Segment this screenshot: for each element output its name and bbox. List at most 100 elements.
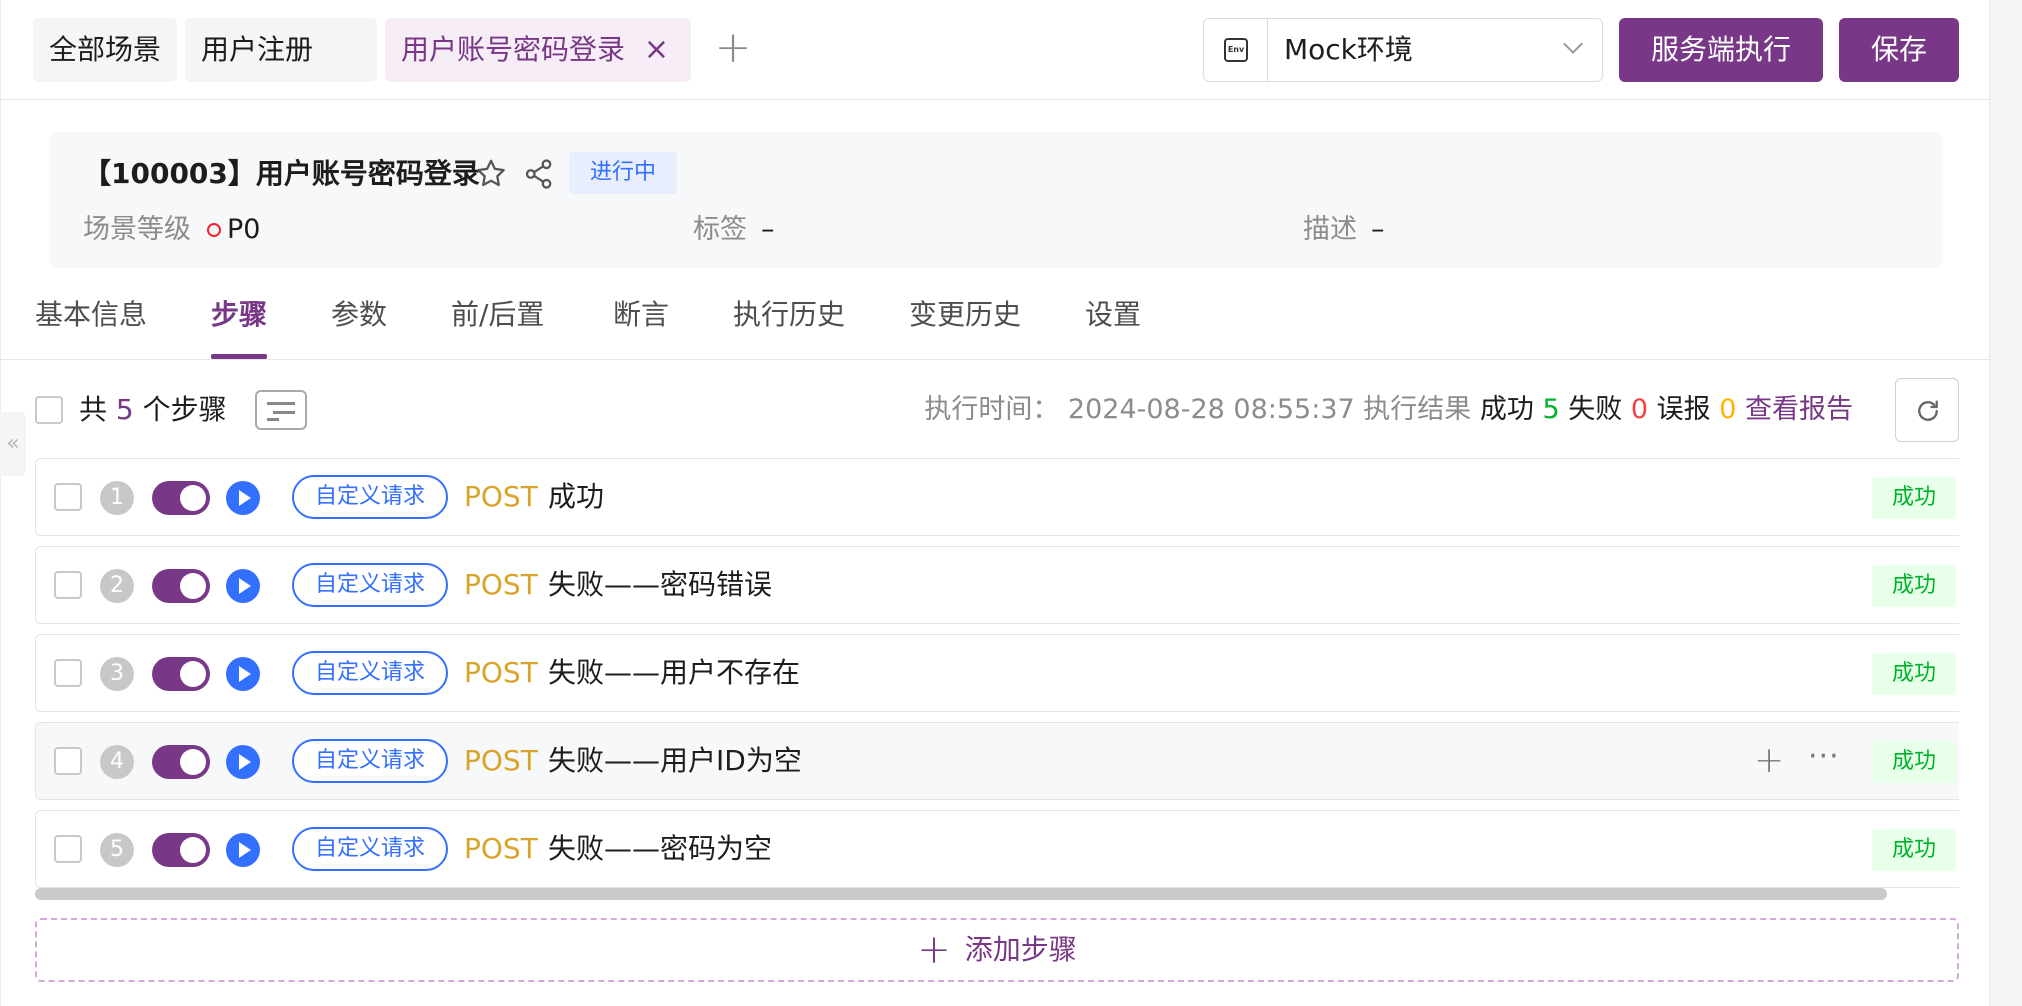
scenario-info-card: 【100003】用户账号密码登录 进行中 场景等级 P0 标签 – 描述 – bbox=[49, 132, 1943, 268]
status-badge: 进行中 bbox=[569, 152, 677, 194]
description-value: – bbox=[1371, 214, 1385, 245]
play-icon[interactable] bbox=[226, 481, 260, 515]
step-enable-toggle[interactable] bbox=[152, 745, 210, 779]
step-status-badge: 成功 bbox=[1872, 653, 1956, 695]
step-name[interactable]: 失败——密码错误 bbox=[548, 563, 772, 607]
step-enable-toggle[interactable] bbox=[152, 569, 210, 603]
play-icon[interactable] bbox=[226, 569, 260, 603]
tab-assertions[interactable]: 断言 bbox=[613, 290, 669, 340]
add-substep-icon[interactable]: + bbox=[1754, 737, 1784, 785]
step-row[interactable]: 3 自定义请求 POST 失败——用户不存在 成功 bbox=[35, 634, 1959, 712]
step-row[interactable]: 2 自定义请求 POST 失败——密码错误 成功 bbox=[35, 546, 1959, 624]
env-select[interactable]: Env Mock环境 bbox=[1203, 18, 1603, 82]
summary-suffix: 个步骤 bbox=[142, 393, 227, 426]
false-positive-label: 误报 bbox=[1656, 394, 1711, 425]
step-type-tag: 自定义请求 bbox=[292, 563, 448, 607]
step-number: 4 bbox=[100, 745, 134, 779]
steps-summary: 共 5 个步骤 bbox=[79, 388, 227, 432]
plus-icon: + bbox=[917, 927, 951, 973]
step-name[interactable]: 失败——用户不存在 bbox=[548, 651, 800, 695]
play-icon[interactable] bbox=[226, 833, 260, 867]
http-method: POST bbox=[464, 656, 538, 689]
chevron-down-icon bbox=[1563, 34, 1583, 54]
level-label: 场景等级 bbox=[83, 214, 191, 245]
scenario-tags: 标签 – bbox=[693, 210, 775, 250]
steps-count: 5 bbox=[115, 393, 134, 426]
view-report-link[interactable]: 查看报告 bbox=[1745, 394, 1853, 425]
star-icon[interactable] bbox=[473, 156, 509, 192]
step-enable-toggle[interactable] bbox=[152, 481, 210, 515]
step-type-tag: 自定义请求 bbox=[292, 475, 448, 519]
tags-value: – bbox=[761, 214, 775, 245]
step-checkbox[interactable] bbox=[54, 835, 82, 863]
step-checkbox[interactable] bbox=[54, 659, 82, 687]
share-icon[interactable] bbox=[521, 156, 557, 192]
level-value: P0 bbox=[227, 214, 261, 245]
tab-params[interactable]: 参数 bbox=[331, 290, 387, 340]
tab-settings[interactable]: 设置 bbox=[1085, 290, 1141, 340]
play-icon[interactable] bbox=[226, 657, 260, 691]
step-status-badge: 成功 bbox=[1872, 565, 1956, 607]
tab-pre-post[interactable]: 前/后置 bbox=[451, 290, 544, 340]
add-step-button[interactable]: + 添加步骤 bbox=[35, 918, 1959, 982]
tab-label: 用户注册 bbox=[201, 33, 314, 66]
scenario-title: 【100003】用户账号密码登录 bbox=[83, 157, 480, 190]
step-type-tag: 自定义请求 bbox=[292, 827, 448, 871]
collapse-steps-icon[interactable] bbox=[255, 390, 307, 430]
tab-user-register[interactable]: 用户注册 bbox=[185, 18, 377, 82]
refresh-icon bbox=[1918, 400, 1938, 421]
tab-basic-info[interactable]: 基本信息 bbox=[35, 290, 147, 340]
exec-result-label: 执行结果 bbox=[1363, 394, 1472, 425]
tags-label: 标签 bbox=[693, 214, 747, 245]
refresh-button[interactable] bbox=[1895, 378, 1959, 442]
env-icon: Env bbox=[1224, 38, 1248, 62]
step-row[interactable]: 5 自定义请求 POST 失败——密码为空 成功 bbox=[35, 810, 1959, 888]
fail-count: 0 bbox=[1630, 394, 1649, 425]
step-enable-toggle[interactable] bbox=[152, 657, 210, 691]
horizontal-scrollbar[interactable] bbox=[35, 888, 1887, 900]
exec-time-value: 2024-08-28 08:55:37 bbox=[1067, 394, 1355, 425]
step-name[interactable]: 失败——用户ID为空 bbox=[548, 739, 802, 783]
tab-all-scenarios[interactable]: 全部场景 bbox=[33, 18, 177, 82]
step-number: 2 bbox=[100, 569, 134, 603]
summary-prefix: 共 bbox=[79, 393, 108, 426]
step-checkbox[interactable] bbox=[54, 483, 82, 511]
tab-user-login[interactable]: 用户账号密码登录 × bbox=[385, 18, 691, 82]
more-icon[interactable]: ··· bbox=[1808, 735, 1840, 779]
tab-change-history[interactable]: 变更历史 bbox=[909, 290, 1021, 340]
tab-steps[interactable]: 步骤 bbox=[211, 290, 267, 340]
active-tab-indicator bbox=[211, 354, 267, 359]
save-button[interactable]: 保存 bbox=[1839, 18, 1959, 82]
step-number: 5 bbox=[100, 833, 134, 867]
top-bar: 全部场景 用户注册 用户账号密码登录 × + Env Mock环境 服务端执行 … bbox=[1, 0, 1991, 100]
step-name[interactable]: 失败——密码为空 bbox=[548, 827, 772, 871]
select-all-checkbox[interactable] bbox=[35, 396, 63, 424]
scenario-description: 描述 – bbox=[1303, 210, 1385, 250]
add-tab-icon[interactable]: + bbox=[713, 18, 753, 82]
step-checkbox[interactable] bbox=[54, 747, 82, 775]
step-type-tag: 自定义请求 bbox=[292, 739, 448, 783]
http-method: POST bbox=[464, 480, 538, 513]
tab-execution-history[interactable]: 执行历史 bbox=[733, 290, 845, 340]
tab-label: 全部场景 bbox=[49, 33, 162, 66]
http-method: POST bbox=[464, 568, 538, 601]
success-count: 5 bbox=[1542, 394, 1560, 425]
step-type-tag: 自定义请求 bbox=[292, 651, 448, 695]
fail-label: 失败 bbox=[1568, 394, 1623, 425]
step-number: 3 bbox=[100, 657, 134, 691]
step-row[interactable]: 1 自定义请求 POST 成功 成功 bbox=[35, 458, 1959, 536]
exec-time-label: 执行时间： bbox=[924, 394, 1060, 425]
close-icon[interactable]: × bbox=[644, 18, 669, 82]
step-enable-toggle[interactable] bbox=[152, 833, 210, 867]
step-checkbox[interactable] bbox=[54, 571, 82, 599]
server-execute-button[interactable]: 服务端执行 bbox=[1619, 18, 1823, 82]
http-method: POST bbox=[464, 744, 538, 777]
steps-list: 1 自定义请求 POST 成功 成功 2 自定义请求 POST 失败——密码错误… bbox=[35, 458, 1959, 890]
step-name[interactable]: 成功 bbox=[548, 475, 604, 519]
collapse-sidebar-icon[interactable]: « bbox=[0, 412, 26, 476]
false-positive-count: 0 bbox=[1719, 394, 1737, 425]
step-row[interactable]: 4 自定义请求 POST 失败——用户ID为空 + ··· 成功 bbox=[35, 722, 1959, 800]
play-icon[interactable] bbox=[226, 745, 260, 779]
level-dot-icon bbox=[207, 223, 221, 237]
step-status-badge: 成功 bbox=[1872, 477, 1956, 519]
